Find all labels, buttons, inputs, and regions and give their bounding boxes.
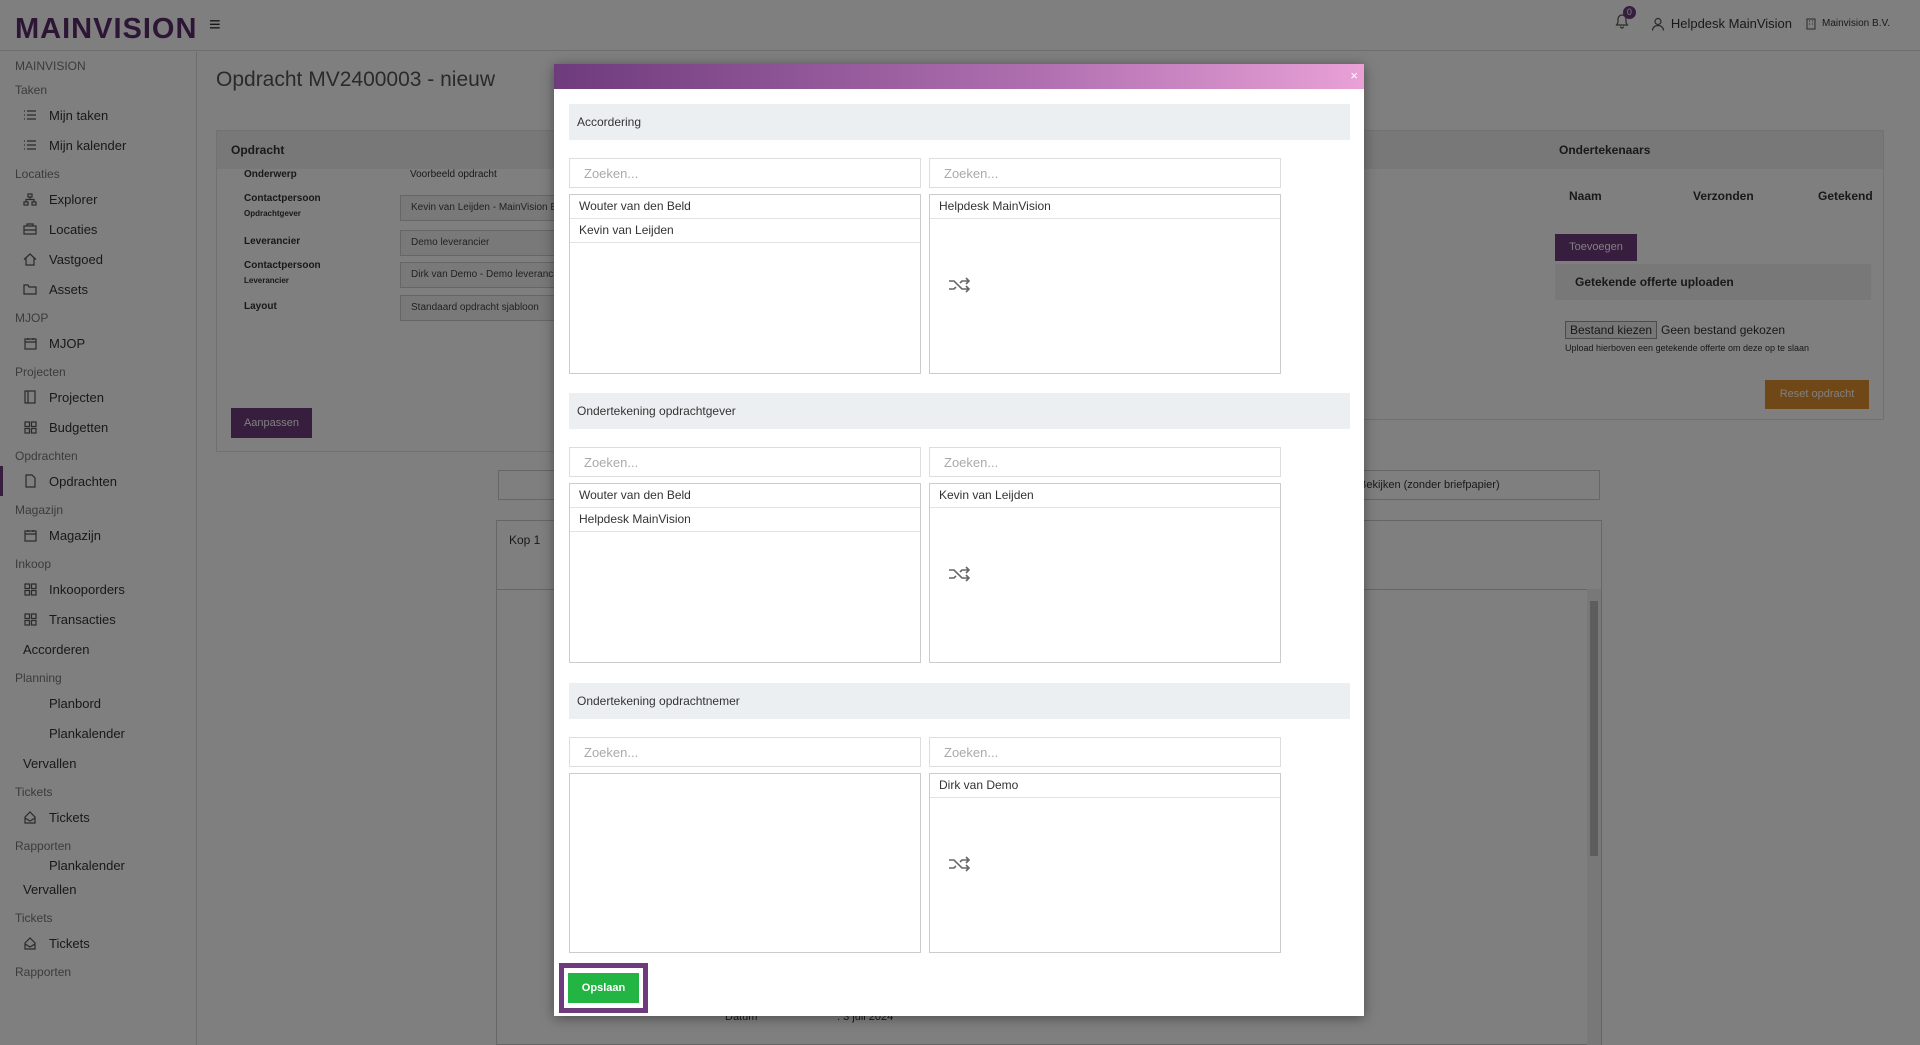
- left-listbox[interactable]: [569, 773, 921, 953]
- transfer-icon[interactable]: [947, 275, 973, 295]
- modal-header: ×: [554, 64, 1364, 89]
- right-listbox[interactable]: Kevin van Leijden: [929, 483, 1281, 663]
- list-item[interactable]: Dirk van Demo: [930, 774, 1280, 798]
- modal-section-title: Ondertekening opdrachtnemer: [569, 683, 1350, 719]
- list-item[interactable]: Wouter van den Beld: [570, 484, 920, 508]
- left-listbox[interactable]: Wouter van den Beld Helpdesk MainVision: [569, 483, 921, 663]
- transfer-icon[interactable]: [947, 564, 973, 584]
- signers-modal: × AccorderingWouter van den BeldKevin va…: [554, 64, 1364, 1016]
- right-listbox[interactable]: Helpdesk MainVision: [929, 194, 1281, 374]
- right-search-input[interactable]: [929, 737, 1281, 767]
- left-search-input[interactable]: [569, 158, 921, 188]
- transfer-icon[interactable]: [947, 854, 973, 874]
- right-search-input[interactable]: [929, 158, 1281, 188]
- modal-section-title: Accordering: [569, 104, 1350, 140]
- save-highlight: Opslaan: [559, 963, 648, 1013]
- left-search-input[interactable]: [569, 737, 921, 767]
- left-listbox[interactable]: Wouter van den Beld Kevin van Leijden: [569, 194, 921, 374]
- list-item[interactable]: Kevin van Leijden: [930, 484, 1280, 508]
- list-item[interactable]: Kevin van Leijden: [570, 219, 920, 243]
- list-item[interactable]: Helpdesk MainVision: [930, 195, 1280, 219]
- right-search-input[interactable]: [929, 447, 1281, 477]
- list-item[interactable]: Helpdesk MainVision: [570, 508, 920, 532]
- right-listbox[interactable]: Dirk van Demo: [929, 773, 1281, 953]
- list-item[interactable]: Wouter van den Beld: [570, 195, 920, 219]
- close-icon[interactable]: ×: [1350, 68, 1358, 83]
- modal-section-title: Ondertekening opdrachtgever: [569, 393, 1350, 429]
- left-search-input[interactable]: [569, 447, 921, 477]
- opslaan-button[interactable]: Opslaan: [568, 973, 639, 1003]
